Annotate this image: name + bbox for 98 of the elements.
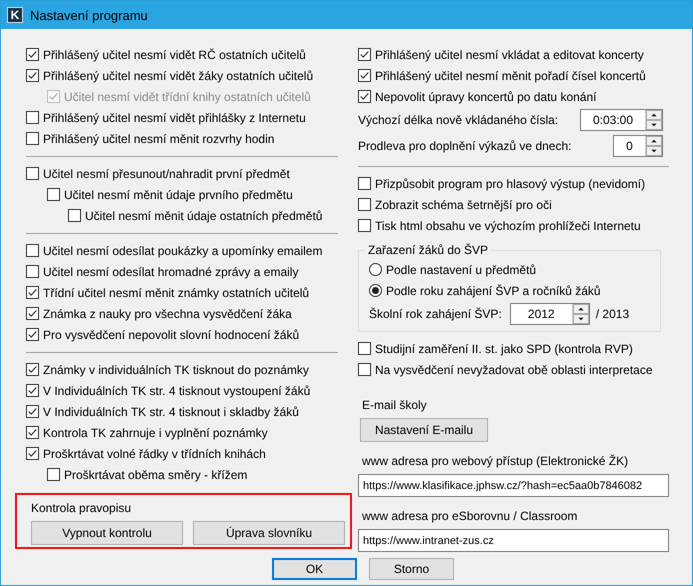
check-icon [359, 49, 370, 60]
option-label: Nepovolit úpravy koncertů po datu konání [375, 90, 596, 104]
checkbox[interactable] [26, 363, 39, 376]
option-label: Učitel nesmí vidět třídní knihy ostatních učitelů [64, 90, 311, 104]
spell-button[interactable]: Vypnout kontrolu [31, 521, 183, 545]
url-field[interactable]: https://www.intranet-zus.cz [358, 529, 669, 552]
year-suffix: / 2013 [596, 307, 630, 321]
option-label: Učitel nesmí odesílat hromadné zprávy a emaily [43, 264, 298, 278]
field-label: www adresa pro eSborovnu / Classroom [362, 509, 578, 523]
checkbox[interactable] [358, 219, 371, 232]
spin-up-icon[interactable] [646, 110, 662, 120]
option-label: Učitel nesmí odesílat poukázky a upomínky emailem [43, 244, 322, 258]
url-field[interactable]: https://www.klasifikace.jphsw.cz/?hash=ec5aa0b7846082 [358, 474, 669, 497]
option-label: Známky v individuálních TK tisknout do poznámky [43, 362, 309, 376]
checkbox[interactable] [26, 48, 39, 61]
checkbox[interactable] [47, 468, 60, 481]
check-icon [27, 49, 38, 60]
option-label: Podle nastavení u předmětů [386, 262, 536, 276]
checkbox[interactable] [358, 198, 371, 211]
field-label: Školní rok zahájení ŠVP: [369, 307, 502, 321]
option-label: Přihlášený učitel nesmí vkládat a editovat koncerty [375, 48, 644, 62]
check-icon [27, 385, 38, 396]
spin-field[interactable]: 0:03:00 [580, 109, 663, 131]
checkbox[interactable] [26, 265, 39, 278]
checkbox[interactable] [68, 209, 81, 222]
spin-down-icon[interactable] [572, 314, 589, 324]
spin-up-icon[interactable] [572, 304, 589, 314]
option-label: Pro vysvědčení nepovolit slovní hodnocení žáků [43, 328, 300, 342]
checkbox[interactable] [47, 188, 60, 201]
check-icon [359, 91, 370, 102]
check-icon [27, 70, 38, 81]
field-label: www adresa pro webový přístup (Elektronické ŽK) [362, 454, 630, 468]
group-title: Zařazení žáků do ŠVP [365, 243, 492, 257]
email-label: E-mail školy [362, 398, 428, 412]
check-icon [27, 287, 38, 298]
option-label: Přizpůsobit program pro hlasový výstup (nevidomí) [375, 176, 646, 190]
option-label: Proškrtávat volné řádky v třídních knihách [43, 446, 266, 460]
check-icon [359, 70, 370, 81]
checkbox[interactable] [358, 363, 371, 376]
check-icon [27, 448, 38, 459]
checkbox[interactable] [358, 177, 371, 190]
dialog-button[interactable]: OK [272, 558, 357, 580]
option-label: V Individuálních TK str. 4 tisknout i skladby žáků [43, 404, 299, 418]
spell-button[interactable]: Úprava slovníku [193, 521, 345, 545]
option-label: Přihlášený učitel nesmí vidět žáky ostatních učitelů [43, 68, 314, 82]
checkbox[interactable] [26, 328, 39, 341]
window-title: Nastavení programu [30, 8, 148, 22]
option-label: Zobrazit schéma šetrnější pro oči [375, 198, 552, 212]
check-icon [48, 91, 59, 102]
radio-button[interactable] [369, 284, 382, 297]
checkbox[interactable] [26, 426, 39, 439]
spin-up-icon[interactable] [646, 136, 662, 146]
checkbox[interactable] [26, 447, 39, 460]
check-icon [27, 308, 38, 319]
option-label: Přihlášený učitel nesmí měnit pořadí čísel koncertů [375, 68, 646, 82]
option-label: Na vysvědčení nevyžadovat obě oblasti interpretace [375, 362, 652, 376]
checkbox[interactable] [26, 69, 39, 82]
option-label: Učitel nesmí měnit údaje ostatních předmětů [85, 208, 322, 222]
check-icon [27, 406, 38, 417]
option-label: V Individuálních TK str. 4 tisknout vystoupení žáků [43, 384, 310, 398]
email-settings-button[interactable]: Nastavení E-mailu [360, 418, 488, 442]
option-label: Kontrola TK zahrnuje i vyplnění poznámky [43, 426, 268, 440]
checkbox[interactable] [358, 48, 371, 61]
year-spin-field[interactable]: 2012 [510, 303, 590, 325]
checkbox[interactable] [26, 286, 39, 299]
option-label: Studijní zaměření II. st. jako SPD (kontrola RVP) [375, 342, 633, 356]
checkbox[interactable] [358, 69, 371, 82]
spin-down-icon[interactable] [646, 120, 662, 130]
field-label: Výchozí délka nově vkládaného čísla: [358, 113, 558, 127]
option-label: Tisk html obsahu ve výchozím prohlížeči Internetu [375, 218, 641, 232]
option-label: Třídní učitel nesmí měnit známky ostatních učitelů [43, 286, 310, 300]
check-icon [27, 364, 38, 375]
checkbox[interactable] [26, 111, 39, 124]
checkbox[interactable] [26, 405, 39, 418]
field-label: Prodleva pro doplnění výkazů ve dnech: [358, 139, 572, 153]
option-label: Učitel nesmí měnit údaje prvního předmětu [64, 188, 293, 202]
checkbox[interactable] [358, 342, 371, 355]
spell-check-label: Kontrola pravopisu [31, 501, 132, 515]
checkbox[interactable] [26, 244, 39, 257]
app-logo-icon: K [7, 7, 23, 23]
option-label: Přihlášený učitel nesmí vidět RČ ostatních učitelů [43, 48, 306, 62]
checkbox[interactable] [26, 307, 39, 320]
checkbox[interactable] [26, 384, 39, 397]
checkbox[interactable] [26, 167, 39, 180]
spin-down-icon[interactable] [646, 146, 662, 156]
checkbox[interactable] [358, 90, 371, 103]
option-label: Přihlášený učitel nesmí měnit rozvrhy hodin [43, 132, 274, 146]
spin-field[interactable]: 0 [613, 135, 663, 157]
check-icon [27, 329, 38, 340]
option-label: Podle roku zahájení ŠVP a ročníků žáků [386, 284, 601, 298]
checkbox[interactable] [26, 132, 39, 145]
check-icon [27, 427, 38, 438]
option-label: Učitel nesmí přesunout/nahradit první předmět [43, 166, 290, 180]
radio-button[interactable] [369, 263, 382, 276]
dialog-button[interactable]: Storno [369, 558, 454, 580]
option-label: Známka z nauky pro všechna vysvědčení žáka [43, 306, 292, 320]
option-label: Proškrtávat oběma směry - křížem [64, 468, 248, 482]
option-label: Přihlášený učitel nesmí vidět přihlášky z Internetu [43, 110, 306, 124]
